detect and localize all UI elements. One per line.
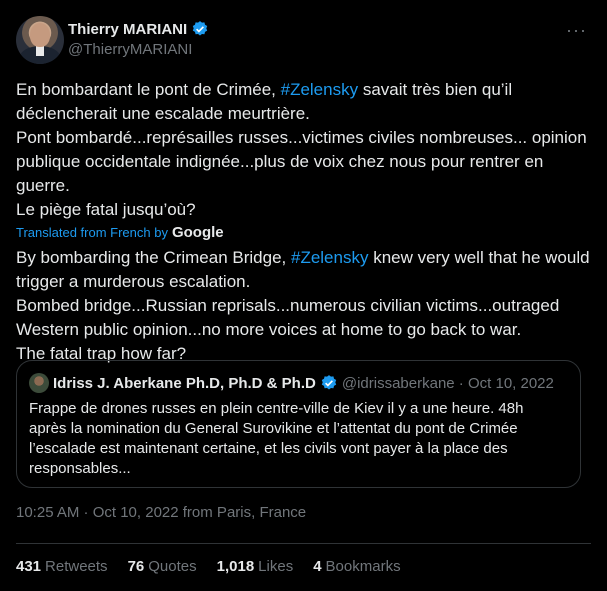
more-horizontal-icon[interactable]: ···: [566, 20, 587, 41]
quoted-tweet-text: Frappe de drones russes en plein centre-…: [29, 400, 524, 477]
avatar-face: [30, 23, 50, 47]
stat-bookmarks[interactable]: 4 Bookmarks: [313, 558, 400, 575]
stat-label: Retweets: [45, 558, 108, 575]
tweet-stats: 431 Retweets 76 Quotes 1,018 Likes 4 Boo…: [16, 558, 401, 575]
author-handle[interactable]: @ThierryMARIANI: [68, 41, 192, 58]
hashtag-link-translation[interactable]: #Zelensky: [291, 248, 368, 267]
translation-line2: Bombed bridge...Russian reprisals...nume…: [16, 296, 560, 339]
quoted-verified-badge-icon: [320, 374, 338, 392]
translation-label: Translated from French by: [16, 225, 168, 240]
author-name-row: Thierry MARIANI: [68, 20, 209, 38]
stats-divider: [16, 543, 591, 544]
quoted-author-name: Idriss J. Aberkane Ph.D, Ph.D & Ph.D: [53, 374, 316, 392]
hashtag-link[interactable]: #Zelensky: [281, 80, 358, 99]
tweet-card: Thierry MARIANI @ThierryMARIANI ··· En b…: [0, 0, 607, 591]
tweet-header: Thierry MARIANI @ThierryMARIANI ···: [16, 16, 591, 66]
stat-quotes[interactable]: 76 Quotes: [128, 558, 197, 575]
quoted-author-avatar: [29, 373, 49, 393]
original-line2: Pont bombardé...représailles russes...vi…: [16, 128, 587, 195]
avatar-collar: [36, 46, 44, 56]
verified-badge-icon: [191, 20, 209, 38]
stat-count: 1,018: [216, 558, 255, 575]
quoted-author-handle-date: @idrissaberkane · Oct 10, 2022: [341, 374, 554, 392]
translation-provider-logo: Google: [171, 224, 224, 241]
author-display-name[interactable]: Thierry MARIANI: [68, 21, 187, 38]
original-line1-pre: En bombardant le pont de Crimée,: [16, 80, 281, 99]
translation-attribution[interactable]: Translated from French by Google: [16, 224, 224, 241]
quoted-tweet-header: Idriss J. Aberkane Ph.D, Ph.D & Ph.D @id…: [29, 373, 554, 393]
stat-label: Bookmarks: [325, 558, 401, 575]
original-line3: Le piège fatal jusqu’où?: [16, 200, 196, 219]
stat-retweets[interactable]: 431 Retweets: [16, 558, 108, 575]
quoted-tweet[interactable]: Idriss J. Aberkane Ph.D, Ph.D & Ph.D @id…: [16, 360, 581, 488]
tweet-text-translation: By bombarding the Crimean Bridge, #Zelen…: [16, 246, 591, 366]
tweet-timestamp[interactable]: 10:25 AM · Oct 10, 2022 from Paris, Fran…: [16, 504, 306, 521]
stat-count: 431: [16, 558, 42, 575]
tweet-text-original: En bombardant le pont de Crimée, #Zelens…: [16, 78, 591, 222]
stat-label: Quotes: [148, 558, 197, 575]
stat-likes[interactable]: 1,018 Likes: [217, 558, 294, 575]
stat-count: 4: [313, 558, 322, 575]
stat-count: 76: [127, 558, 145, 575]
author-avatar[interactable]: [16, 16, 64, 64]
translation-line1-pre: By bombarding the Crimean Bridge,: [16, 248, 291, 267]
stat-label: Likes: [258, 558, 294, 575]
